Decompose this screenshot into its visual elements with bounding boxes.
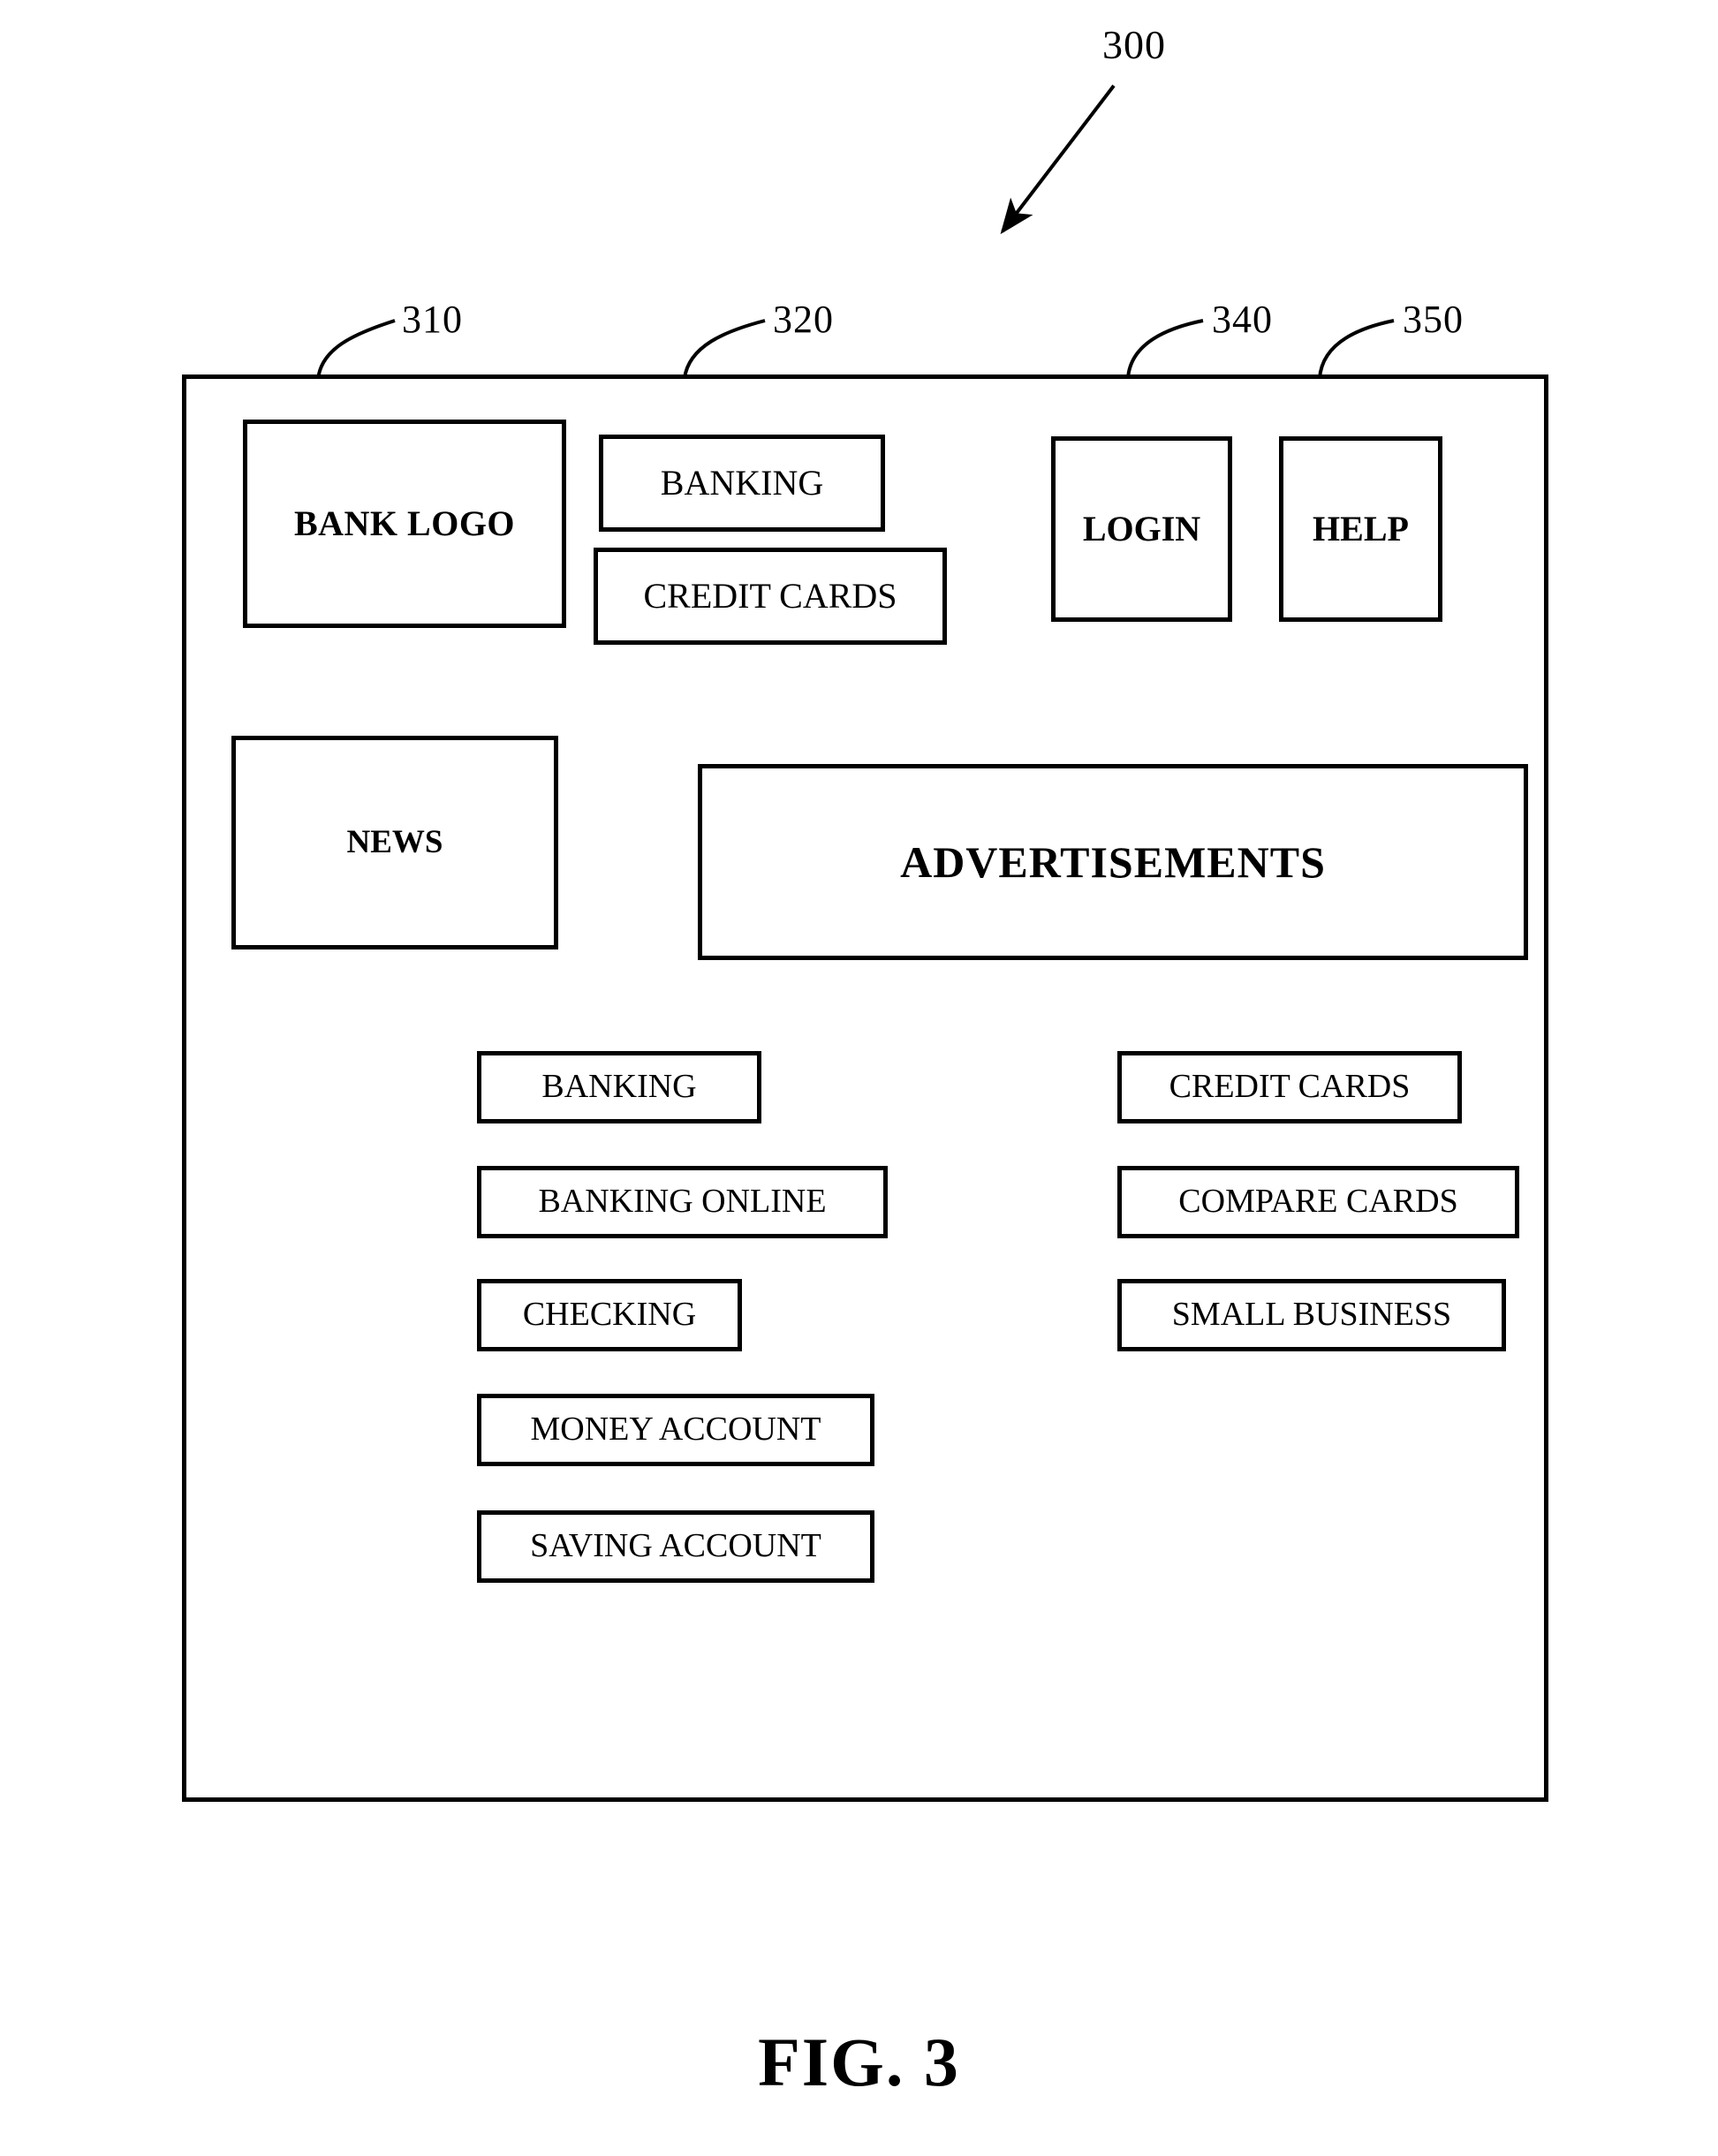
- menu-item-checking-label: CHECKING: [522, 1296, 697, 1334]
- menu-item-compare-cards-label: COMPARE CARDS: [1178, 1183, 1458, 1221]
- news-panel[interactable]: NEWS: [231, 736, 558, 949]
- patent-figure: 300 310 320 340 350 330 360 370 320 321 …: [0, 0, 1718, 2156]
- ref-numeral-340: 340: [1212, 298, 1273, 341]
- banking-tab-label: BANKING: [660, 463, 824, 503]
- menu-item-compare-cards[interactable]: COMPARE CARDS: [1117, 1166, 1519, 1238]
- news-panel-label: NEWS: [346, 823, 443, 860]
- figure-caption: FIG. 3: [758, 2024, 960, 2100]
- bank-logo-label: BANK LOGO: [293, 503, 516, 543]
- help-button[interactable]: HELP: [1279, 436, 1442, 622]
- menu-item-banking-online-label: BANKING ONLINE: [538, 1183, 827, 1221]
- menu-item-saving-account-label: SAVING ACCOUNT: [530, 1527, 821, 1565]
- bank-logo-box[interactable]: BANK LOGO: [243, 420, 566, 628]
- login-button[interactable]: LOGIN: [1051, 436, 1232, 622]
- credit-cards-tab-button[interactable]: CREDIT CARDS: [594, 548, 947, 645]
- ref-numeral-310: 310: [402, 298, 463, 341]
- advertisements-panel-label: ADVERTISEMENTS: [900, 836, 1326, 887]
- menu-item-credit-cards[interactable]: CREDIT CARDS: [1117, 1051, 1462, 1123]
- login-button-label: LOGIN: [1082, 509, 1201, 548]
- menu-item-banking-online[interactable]: BANKING ONLINE: [477, 1166, 888, 1238]
- ref-numeral-320-header: 320: [773, 298, 834, 341]
- menu-item-small-business-label: SMALL BUSINESS: [1171, 1296, 1452, 1334]
- help-button-label: HELP: [1313, 509, 1409, 548]
- ref-numeral-350: 350: [1403, 298, 1464, 341]
- menu-item-credit-cards-label: CREDIT CARDS: [1169, 1068, 1411, 1106]
- menu-item-checking[interactable]: CHECKING: [477, 1279, 742, 1351]
- menu-item-small-business[interactable]: SMALL BUSINESS: [1117, 1279, 1506, 1351]
- menu-item-money-account-label: MONEY ACCOUNT: [530, 1411, 821, 1449]
- menu-item-banking[interactable]: BANKING: [477, 1051, 761, 1123]
- menu-item-saving-account[interactable]: SAVING ACCOUNT: [477, 1510, 874, 1583]
- credit-cards-tab-label: CREDIT CARDS: [643, 576, 897, 616]
- banking-tab-button[interactable]: BANKING: [599, 435, 885, 532]
- leader-line-300: [1000, 84, 1116, 235]
- menu-item-banking-label: BANKING: [541, 1068, 697, 1106]
- advertisements-panel[interactable]: ADVERTISEMENTS: [698, 764, 1528, 960]
- menu-item-money-account[interactable]: MONEY ACCOUNT: [477, 1394, 874, 1466]
- ref-numeral-300: 300: [1102, 22, 1166, 67]
